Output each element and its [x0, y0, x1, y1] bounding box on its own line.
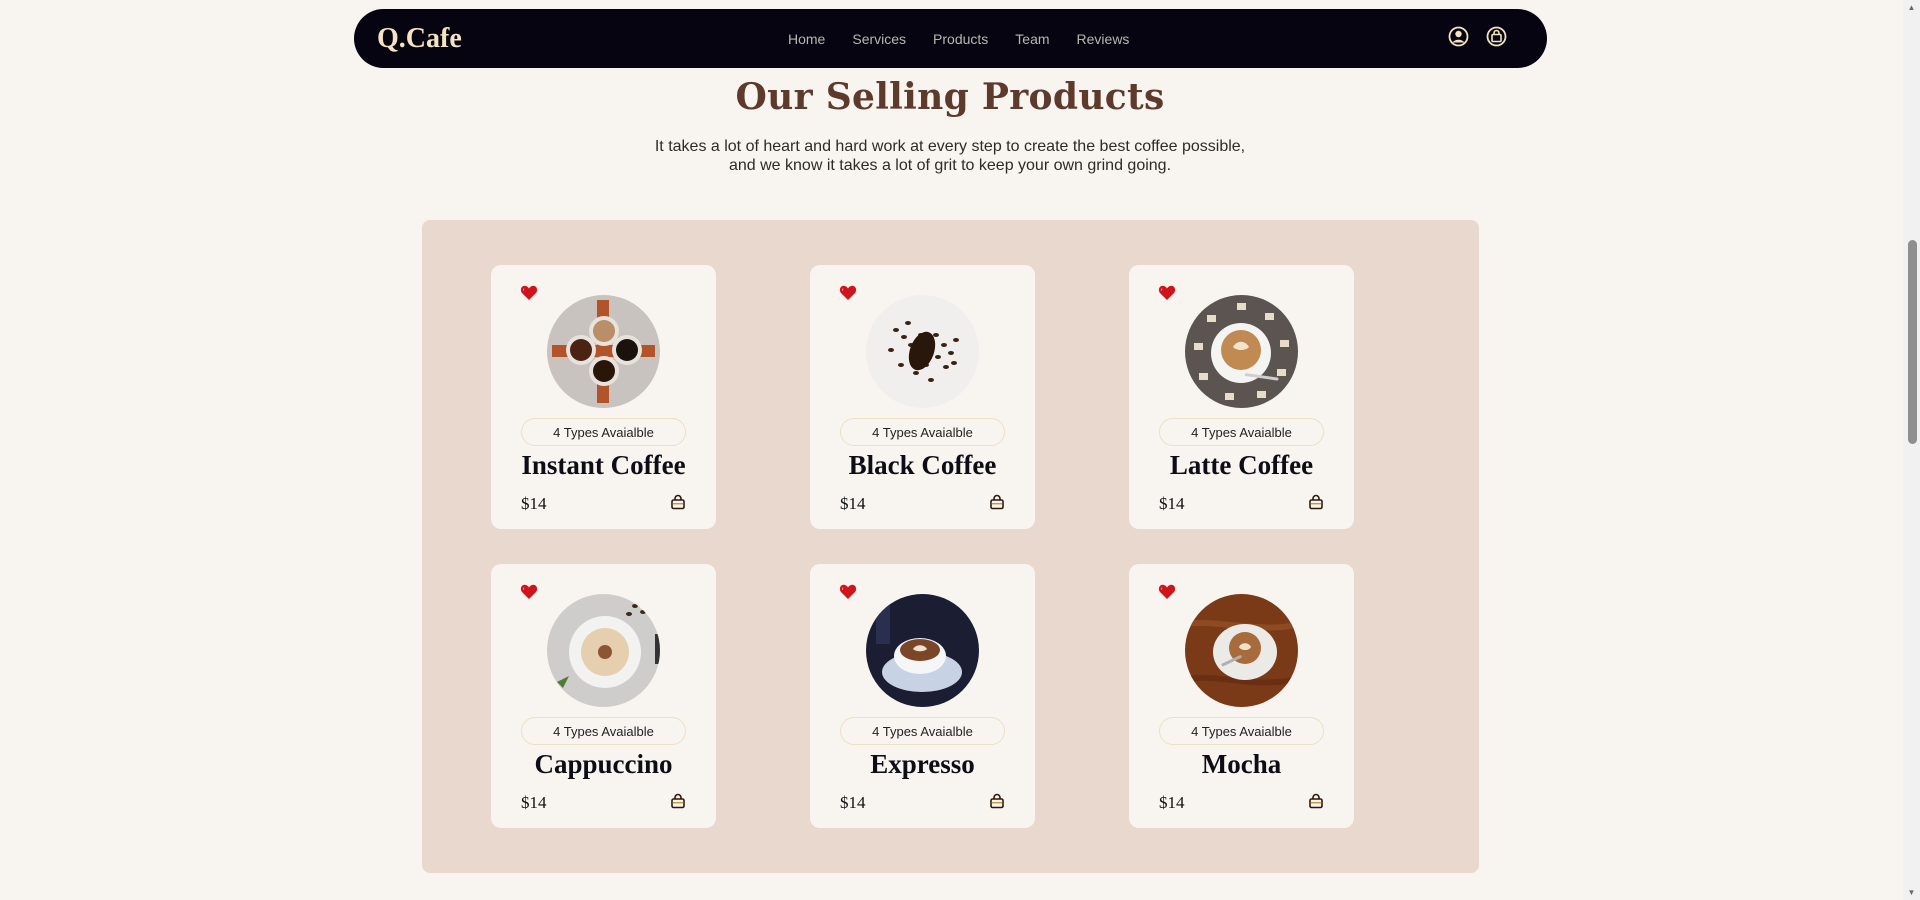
product-image [1185, 594, 1298, 707]
add-to-cart-icon[interactable] [989, 793, 1005, 809]
add-to-cart-icon[interactable] [989, 494, 1005, 510]
navbar: Q.Cafe Home Services Products Team Revie… [354, 9, 1547, 68]
add-to-cart-icon[interactable] [670, 494, 686, 510]
product-price: $14 [521, 793, 547, 812]
product-name: Black Coffee [848, 450, 997, 480]
product-card[interactable]: 4 Types Avaialble Mocha $14 [1129, 564, 1354, 828]
types-badge: 4 Types Avaialble [521, 418, 686, 446]
nav-link-reviews[interactable]: Reviews [1077, 31, 1130, 47]
product-price: $14 [1159, 793, 1185, 812]
heart-icon[interactable] [520, 284, 538, 302]
types-badge: 4 Types Avaialble [1159, 717, 1324, 745]
heart-icon[interactable] [520, 583, 538, 601]
add-to-cart-icon[interactable] [670, 793, 686, 809]
scroll-down-arrow-icon[interactable]: ▼ [1907, 888, 1916, 897]
product-card[interactable]: 4 Types Avaialble Cappuccino $14 [491, 564, 716, 828]
section-description: It takes a lot of heart and hard work at… [0, 137, 1900, 175]
product-name: Instant Coffee [521, 450, 686, 480]
products-panel: 4 Types Avaialble Instant Coffee $14 4 T… [422, 220, 1479, 873]
scrollbar[interactable]: ▲ ▼ [1903, 0, 1920, 900]
nav-links: Home Services Products Team Reviews [788, 9, 1156, 68]
scrollbar-thumb[interactable] [1908, 240, 1917, 444]
product-image [866, 594, 979, 707]
product-price: $14 [840, 494, 866, 513]
product-card[interactable]: 4 Types Avaialble Latte Coffee $14 [1129, 265, 1354, 529]
product-image [866, 295, 979, 408]
product-price: $14 [840, 793, 866, 812]
product-image [547, 295, 660, 408]
description-line-2: and we know it takes a lot of grit to ke… [728, 157, 1172, 174]
nav-link-team[interactable]: Team [1015, 31, 1049, 47]
types-badge: 4 Types Avaialble [521, 717, 686, 745]
user-icon[interactable] [1448, 26, 1469, 47]
product-card[interactable]: 4 Types Avaialble Expresso $14 [810, 564, 1035, 828]
product-card[interactable]: 4 Types Avaialble Instant Coffee $14 [491, 265, 716, 529]
types-badge: 4 Types Avaialble [840, 717, 1005, 745]
logo[interactable]: Q.Cafe [377, 23, 677, 55]
add-to-cart-icon[interactable] [1308, 494, 1324, 510]
heart-icon[interactable] [839, 583, 857, 601]
nav-link-home[interactable]: Home [788, 31, 825, 47]
product-name: Latte Coffee [1169, 450, 1314, 480]
heart-icon[interactable] [1158, 583, 1176, 601]
add-to-cart-icon[interactable] [1308, 793, 1324, 809]
nav-link-services[interactable]: Services [852, 31, 906, 47]
product-price: $14 [1159, 494, 1185, 513]
nav-link-products[interactable]: Products [933, 31, 988, 47]
product-card[interactable]: 4 Types Avaialble Black Coffee $14 [810, 265, 1035, 529]
product-image [1185, 295, 1298, 408]
product-name: Cappuccino [534, 749, 673, 779]
types-badge: 4 Types Avaialble [840, 418, 1005, 446]
nav-icons [1448, 26, 1507, 47]
product-image [547, 594, 660, 707]
shopping-bag-icon[interactable] [1486, 26, 1507, 47]
section-title: Our Selling Products [735, 76, 1165, 118]
scroll-up-arrow-icon[interactable]: ▲ [1907, 3, 1916, 12]
description-line-1: It takes a lot of heart and hard work at… [654, 138, 1246, 155]
product-price: $14 [521, 494, 547, 513]
product-name: Expresso [870, 749, 975, 779]
types-badge: 4 Types Avaialble [1159, 418, 1324, 446]
product-name: Mocha [1201, 749, 1282, 779]
heart-icon[interactable] [1158, 284, 1176, 302]
heart-icon[interactable] [839, 284, 857, 302]
